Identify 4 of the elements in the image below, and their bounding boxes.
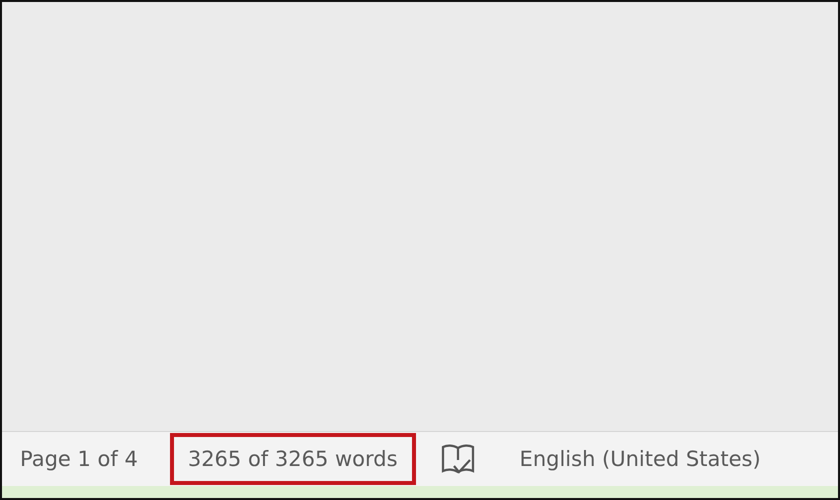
language-status[interactable]: English (United States) xyxy=(520,447,761,471)
word-count[interactable]: 3265 of 3265 words xyxy=(170,433,416,485)
page-count[interactable]: Page 1 of 4 xyxy=(20,447,138,471)
book-check-icon[interactable] xyxy=(440,442,476,476)
